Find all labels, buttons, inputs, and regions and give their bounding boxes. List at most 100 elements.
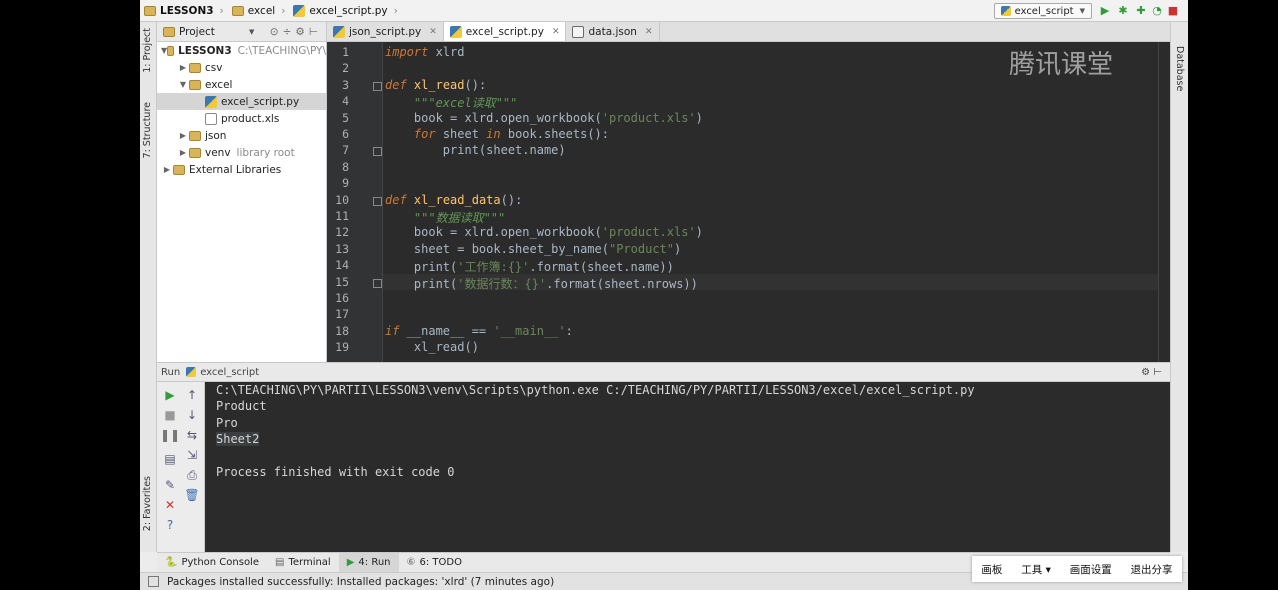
chevron-right-icon[interactable]: ▶: [177, 131, 189, 140]
line-number: 16: [335, 291, 349, 305]
navigation-bar: LESSON3 › excel › excel_script.py › excel_s…: [140, 0, 1188, 22]
fold-icon[interactable]: [373, 278, 382, 288]
dump-threads-icon[interactable]: ▤: [163, 452, 177, 466]
editor-scrollbar[interactable]: [1158, 42, 1170, 362]
bottom-tab-label: 6: TODO: [419, 557, 462, 568]
tree-item[interactable]: ▼ LESSON3 C:\TEACHING\PY\: [157, 42, 326, 59]
chevron-down-icon[interactable]: ▼: [249, 28, 254, 36]
code-line: def xl_read_data():: [385, 192, 523, 207]
editor-tab[interactable]: excel_script.py ✕: [443, 22, 567, 41]
line-number: 12: [335, 225, 349, 240]
close-icon[interactable]: ✕: [645, 27, 653, 37]
trash-icon[interactable]: 🗑: [184, 488, 199, 502]
python-file-icon: [449, 25, 462, 38]
status-icon[interactable]: [148, 576, 159, 587]
chevron-right-icon[interactable]: ▶: [161, 165, 173, 174]
pin-icon[interactable]: ✎: [163, 478, 177, 492]
gear-icon[interactable]: ⚙ ⊢: [1141, 367, 1162, 378]
favorites-tool-tab[interactable]: 2: Favorites: [142, 476, 153, 531]
share-toolbar-item[interactable]: 画面设置: [1070, 562, 1112, 577]
share-toolbar-item[interactable]: 工具 ▾: [1021, 562, 1051, 577]
python-file-icon: [293, 4, 306, 17]
share-toolbar-item[interactable]: 退出分享: [1131, 562, 1173, 577]
code-line: xl_read(): [385, 340, 479, 355]
line-number: 14: [335, 258, 349, 273]
target-icon[interactable]: ⊙: [270, 26, 283, 38]
help-icon[interactable]: ?: [163, 518, 177, 532]
line-number: 13: [335, 241, 349, 256]
tree-item[interactable]: ▶ csv: [157, 59, 326, 76]
share-toolbar-item[interactable]: 画板: [981, 562, 1002, 577]
coverage-icon[interactable]: ✚: [1134, 3, 1148, 17]
line-number: 18: [335, 323, 349, 338]
tree-item[interactable]: ▶ venv library root: [157, 144, 326, 161]
profile-icon[interactable]: ◔: [1150, 3, 1164, 17]
line-number: 9: [342, 176, 349, 191]
scroll-end-icon[interactable]: ⇲: [185, 448, 199, 462]
tree-item[interactable]: product.xls: [157, 110, 326, 127]
gear-icon[interactable]: ⚙: [295, 26, 308, 38]
terminal-icon: ▤: [275, 557, 285, 568]
chevron-right-icon[interactable]: ▶: [177, 63, 189, 72]
tree-item[interactable]: ▶ External Libraries: [157, 161, 326, 178]
chevron-down-icon[interactable]: ▼: [177, 80, 189, 89]
run-configuration-select[interactable]: excel_script ▼: [993, 3, 1092, 19]
breadcrumb-file[interactable]: excel_script.py ›: [289, 4, 401, 17]
stop-icon[interactable]: ■: [1166, 3, 1180, 17]
fold-icon[interactable]: [373, 147, 382, 157]
chevron-right-icon: ›: [393, 4, 398, 17]
run-panel-header: Run excel_script ⚙ ⊢: [157, 362, 1170, 382]
close-icon[interactable]: ✕: [429, 27, 437, 37]
json-file-icon: [572, 25, 585, 38]
project-view-select[interactable]: Project: [179, 26, 215, 38]
bottom-tab[interactable]: ▤ Terminal: [267, 553, 339, 572]
tree-item-label: venv: [205, 146, 231, 159]
bottom-tab[interactable]: ⑥ 6: TODO: [399, 553, 470, 572]
stop-icon[interactable]: ■: [163, 408, 177, 422]
collapse-icon[interactable]: ÷: [283, 26, 296, 38]
editor-tab[interactable]: data.json ✕: [566, 22, 660, 41]
rerun-icon[interactable]: ▶: [163, 388, 177, 402]
bottom-tab[interactable]: 🐍 Python Console: [157, 553, 267, 572]
chevron-right-icon[interactable]: ▶: [177, 148, 189, 157]
project-tool-tab[interactable]: 1: Project: [142, 28, 153, 73]
fold-icon[interactable]: [373, 81, 382, 91]
bottom-tab[interactable]: ▶ 4: Run: [338, 553, 399, 572]
tree-item[interactable]: ▼ excel: [157, 76, 326, 93]
line-number: 10: [335, 192, 349, 207]
wrap-icon[interactable]: ⇆: [185, 428, 199, 442]
close-icon[interactable]: ✕: [163, 498, 177, 512]
structure-tool-tab[interactable]: 7: Structure: [142, 102, 153, 158]
close-icon[interactable]: ✕: [552, 27, 560, 37]
breadcrumb-lesson3[interactable]: LESSON3 ›: [140, 5, 228, 17]
code-line: sheet = book.sheet_by_name("Product"): [385, 241, 682, 256]
project-panel-header: Project ▼ ⊙÷⚙⊢: [157, 22, 326, 42]
editor-tab-label: data.json: [588, 25, 637, 38]
debug-icon[interactable]: ✱: [1116, 3, 1130, 17]
project-tree: ▼ LESSON3 C:\TEACHING\PY\ ▶ csv ▼ excel excel_s…: [157, 42, 326, 178]
run-config-name: excel_script: [200, 366, 260, 378]
fold-icon[interactable]: [373, 196, 382, 206]
run-icon[interactable]: ▶: [1098, 3, 1112, 17]
excel-file-icon: [205, 112, 217, 125]
breadcrumb-excel[interactable]: excel ›: [228, 5, 290, 17]
code-editor[interactable]: 1 2 3 4 5 6 7 8 9 10 11 12 13 14 15 16 17 18 19 腾讯课堂 impor…: [327, 42, 1170, 362]
chevron-right-icon: ›: [219, 4, 224, 17]
up-icon[interactable]: ↑: [185, 388, 199, 402]
tree-item[interactable]: excel_script.py: [157, 93, 326, 110]
chevron-down-icon: ▼: [1079, 7, 1085, 15]
editor-tab[interactable]: json_script.py ✕: [327, 22, 444, 41]
run-console[interactable]: C:\TEACHING\PY\PARTII\LESSON3\venv\Scrip…: [205, 382, 1170, 552]
down-icon[interactable]: ↓: [185, 408, 199, 422]
tree-item[interactable]: ▶ json: [157, 127, 326, 144]
code-line: for sheet in book.sheets():: [413, 127, 609, 141]
console-line: Pro: [216, 415, 238, 430]
database-tool-tab[interactable]: Database: [1174, 46, 1185, 91]
print-icon[interactable]: ⎙: [185, 468, 199, 482]
tree-item-label: product.xls: [221, 112, 280, 125]
pause-icon[interactable]: ❚❚: [160, 428, 180, 442]
code-line: import xlrd: [385, 45, 465, 59]
hide-icon[interactable]: ⊢: [309, 26, 322, 38]
share-toolbar: 画板 工具 ▾ 画面设置 退出分享: [972, 556, 1182, 582]
line-number: 19: [335, 340, 349, 355]
